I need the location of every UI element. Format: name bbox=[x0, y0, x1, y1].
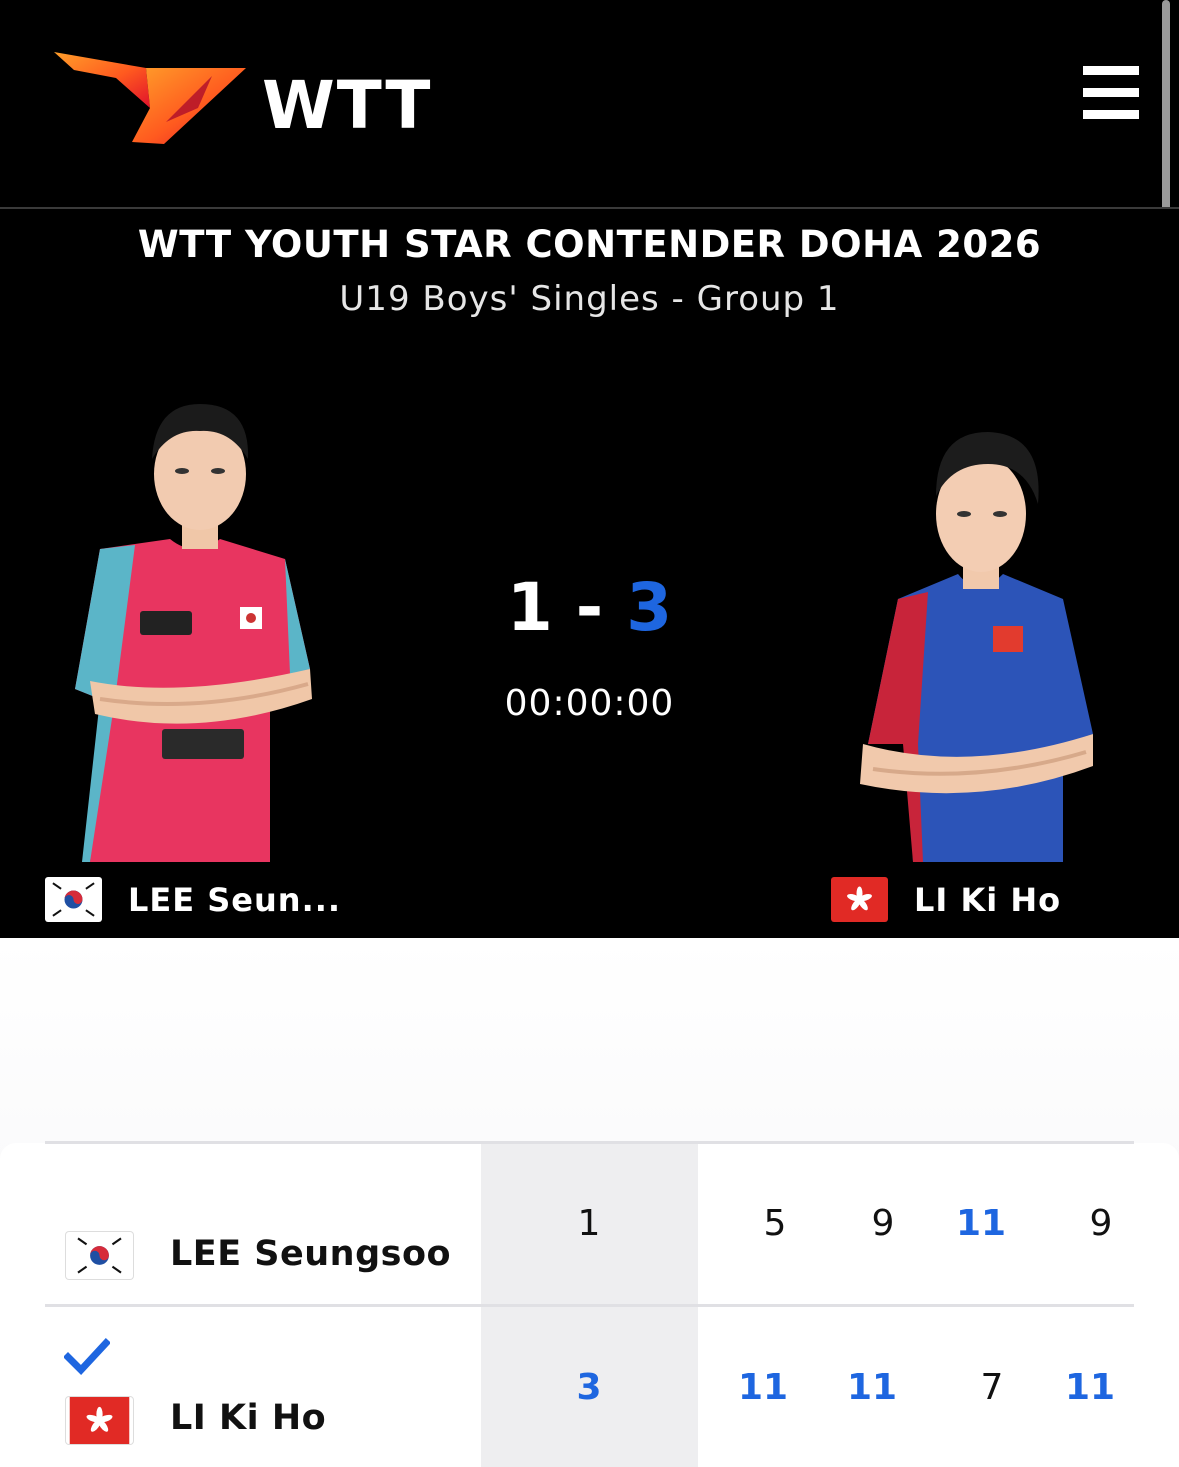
player-right-name: LI Ki Ho bbox=[914, 880, 1062, 919]
top-header: WTT bbox=[0, 0, 1179, 452]
scorecard-player-left-name: LEE Seungsoo bbox=[170, 1234, 452, 1274]
game-2-left: 9 bbox=[871, 1203, 895, 1244]
match-timer: 00:00:00 bbox=[504, 683, 675, 724]
event-title: WTT YOUTH STAR CONTENDER DOHA 2026 bbox=[137, 223, 1042, 266]
scorecard-top-divider bbox=[45, 1141, 1134, 1144]
player-right-label[interactable]: LI Ki Ho bbox=[831, 877, 1061, 922]
hamburger-menu-icon[interactable] bbox=[1080, 64, 1142, 122]
player-left-name: LEE Seun... bbox=[128, 880, 342, 919]
score-left: 1 bbox=[506, 569, 553, 646]
games-total-left: 1 bbox=[577, 1203, 601, 1244]
check-icon bbox=[64, 1338, 110, 1376]
south-korea-flag-icon bbox=[69, 1232, 130, 1279]
game-1-right: 11 bbox=[737, 1367, 789, 1408]
scorecard-row-divider bbox=[45, 1304, 1134, 1307]
score-right: 3 bbox=[626, 569, 673, 646]
score-separator: - bbox=[575, 569, 604, 646]
game-3-right: 7 bbox=[980, 1367, 1004, 1408]
player-left-label[interactable]: LEE Seun... bbox=[45, 877, 341, 922]
game-2-right: 11 bbox=[846, 1367, 898, 1408]
south-korea-flag-icon bbox=[45, 877, 102, 922]
match-score: 1 - 3 bbox=[0, 569, 1179, 646]
game-3-left: 11 bbox=[955, 1203, 1007, 1244]
brand-wordmark: WTT bbox=[262, 67, 433, 144]
game-4-left: 9 bbox=[1089, 1203, 1113, 1244]
hong-kong-flag-icon bbox=[69, 1397, 130, 1444]
game-4-right: 11 bbox=[1064, 1367, 1116, 1408]
match-hero: WTT YOUTH STAR CONTENDER DOHA 2026 U19 B… bbox=[0, 209, 1179, 938]
scorecard-player-right-name: LI Ki Ho bbox=[170, 1398, 327, 1438]
hong-kong-flag-icon bbox=[831, 877, 888, 922]
game-1-left: 5 bbox=[763, 1203, 787, 1244]
games-total-right: 3 bbox=[576, 1367, 602, 1408]
event-subtitle: U19 Boys' Singles - Group 1 bbox=[339, 279, 840, 319]
